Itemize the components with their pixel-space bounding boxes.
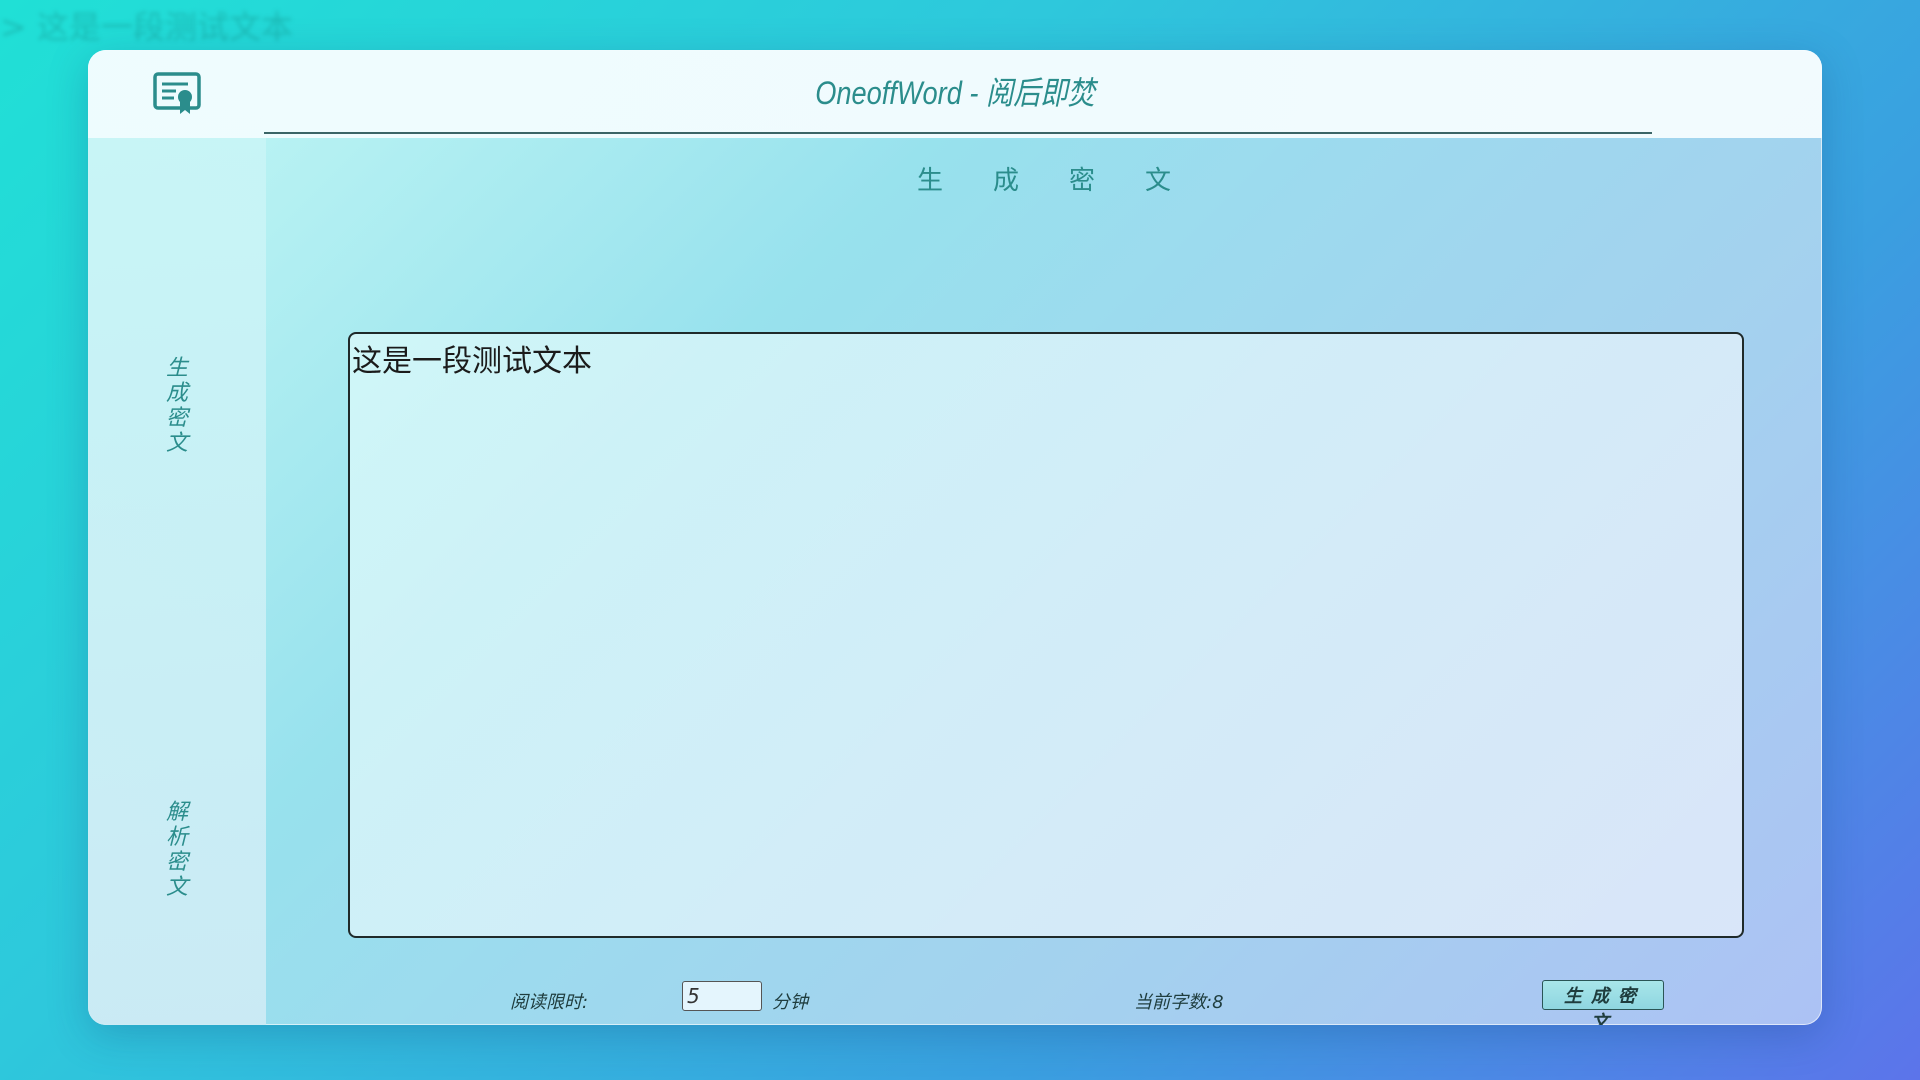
footer-controls: 阅读限时: 分钟 当前字数:8 生成密文 [266, 978, 1822, 1025]
app-window: OneoffWord - 阅后即焚 生 成 密 文 解 析 密 文 生成密文 阅… [88, 50, 1822, 1025]
read-limit-label: 阅读限时: [510, 992, 589, 1013]
header-divider [264, 132, 1652, 134]
sidebar-char: 文 [165, 431, 188, 456]
read-limit-unit: 分钟 [772, 992, 808, 1013]
certificate-icon [152, 70, 202, 118]
sidebar-item-parse-ciphertext[interactable]: 解 析 密 文 [88, 800, 266, 900]
sidebar-char: 密 [165, 850, 188, 875]
app-title: OneoffWord - 阅后即焚 [815, 75, 1095, 111]
section-title: 生成密文 [916, 166, 1221, 196]
main-content: 生成密文 阅读限时: 分钟 当前字数:8 生成密文 [266, 138, 1822, 1025]
message-textarea[interactable] [348, 332, 1744, 938]
header: OneoffWord - 阅后即焚 [88, 50, 1822, 138]
sidebar-char: 文 [165, 875, 188, 900]
sidebar-char: 解 [165, 800, 188, 825]
sidebar-char: 析 [165, 825, 188, 850]
sidebar-item-generate-ciphertext[interactable]: 生 成 密 文 [88, 356, 266, 456]
char-count: 当前字数:8 [1134, 992, 1224, 1013]
read-limit-input[interactable] [682, 981, 762, 1011]
sidebar: 生 成 密 文 解 析 密 文 [88, 138, 266, 1025]
sidebar-char: 成 [165, 381, 188, 406]
sidebar-char: 密 [165, 406, 188, 431]
sidebar-char: 生 [165, 356, 188, 381]
background-echo-text: > 这是一段测试文本 [0, 8, 293, 46]
generate-ciphertext-button[interactable]: 生成密文 [1542, 980, 1664, 1025]
